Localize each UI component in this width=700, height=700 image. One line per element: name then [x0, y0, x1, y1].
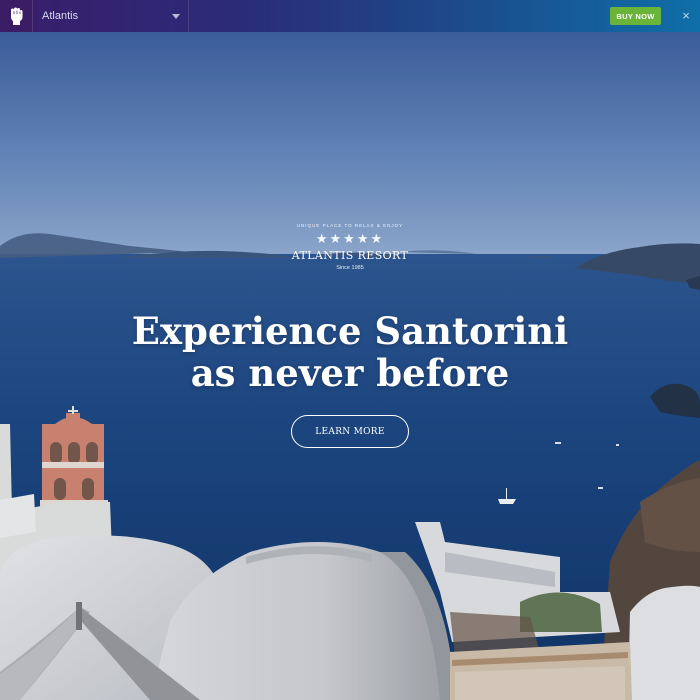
resort-logo: UNIQUE PLACE TO RELAX & ENJOY ★★★★★ ATLA…	[0, 223, 700, 271]
theme-selector[interactable]: Atlantis	[33, 0, 189, 32]
learn-more-button[interactable]: LEARN MORE	[291, 415, 409, 448]
preview-top-bar: Atlantis BUY NOW ×	[0, 0, 700, 32]
logo-name: ATLANTIS RESORT	[291, 249, 409, 262]
headline-line-1: Experience Santorini	[131, 309, 569, 353]
rating-stars: ★★★★★	[315, 231, 385, 246]
brand-logo[interactable]	[0, 0, 33, 32]
raised-fist-icon	[11, 7, 23, 25]
headline-line-2: as never before	[190, 351, 510, 395]
close-icon[interactable]: ×	[678, 8, 694, 24]
logo-since: Since 1985	[336, 265, 364, 271]
logo-tagline: UNIQUE PLACE TO RELAX & ENJOY	[296, 223, 404, 228]
buy-now-button[interactable]: BUY NOW	[610, 7, 661, 25]
theme-selector-label: Atlantis	[42, 10, 79, 22]
caret-down-icon	[172, 13, 180, 19]
hero-headline: Experience Santorini as never before	[0, 310, 700, 394]
